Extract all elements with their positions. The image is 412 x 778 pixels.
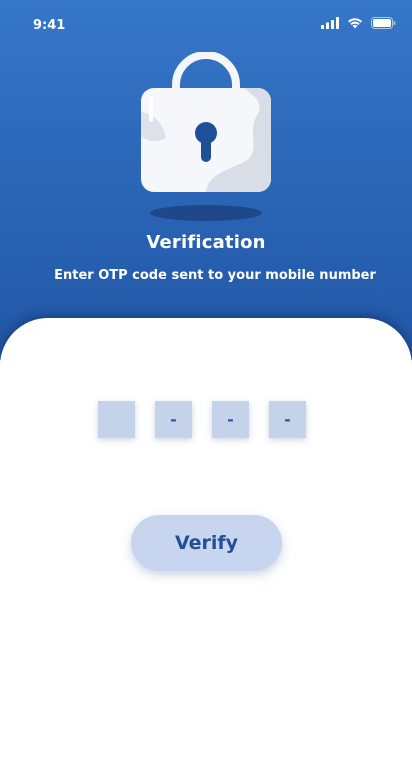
wifi-icon bbox=[348, 18, 362, 29]
otp-digit-1[interactable] bbox=[98, 401, 135, 438]
page-subtitle: Enter OTP code sent to your mobile numbe… bbox=[54, 268, 376, 283]
battery-icon bbox=[371, 17, 396, 29]
otp-digit-4[interactable]: - bbox=[269, 401, 306, 438]
status-bar: 9:41 bbox=[0, 0, 412, 52]
verify-button[interactable]: Verify bbox=[131, 515, 282, 571]
otp-digit-2[interactable]: - bbox=[155, 401, 192, 438]
signal-icon bbox=[321, 17, 339, 29]
status-icons bbox=[321, 15, 396, 31]
padlock-icon bbox=[136, 51, 276, 224]
page-title: Verification bbox=[146, 232, 266, 253]
padlock-shadow bbox=[150, 205, 262, 221]
status-time: 9:41 bbox=[33, 18, 66, 33]
otp-digit-3[interactable]: - bbox=[212, 401, 249, 438]
otp-input-group: - - - bbox=[98, 401, 306, 438]
